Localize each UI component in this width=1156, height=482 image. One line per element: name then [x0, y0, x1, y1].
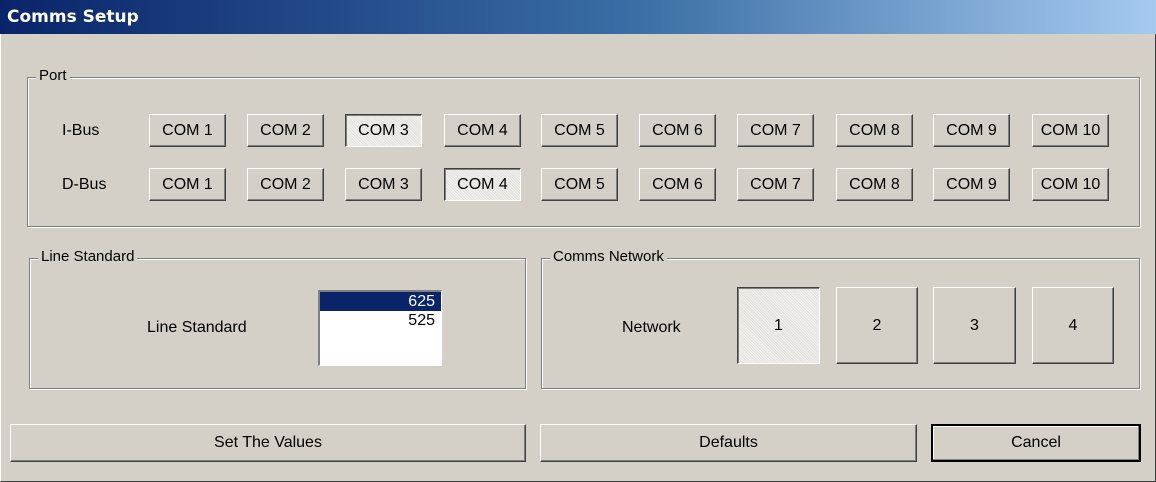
line-standard-listbox[interactable]: 625 525: [318, 290, 442, 366]
set-values-button[interactable]: Set The Values: [10, 424, 526, 462]
ibus-com-5-button[interactable]: COM 5: [541, 114, 618, 147]
cancel-button[interactable]: Cancel: [931, 424, 1141, 462]
network-1-button[interactable]: 1: [737, 287, 820, 364]
defaults-button[interactable]: Defaults: [540, 424, 917, 462]
ibus-com-9-button[interactable]: COM 9: [933, 114, 1010, 147]
port-group: Port: [27, 67, 1140, 227]
dbus-label: D-Bus: [62, 176, 107, 193]
line-standard-label: Line Standard: [147, 319, 247, 336]
dbus-com-10-button[interactable]: COM 10: [1032, 168, 1109, 201]
comms-network-group-legend: Comms Network: [550, 248, 667, 265]
dbus-com-4-button[interactable]: COM 4: [444, 168, 521, 201]
window-title: Comms Setup: [7, 7, 139, 27]
dbus-com-8-button[interactable]: COM 8: [836, 168, 913, 201]
dbus-com-1-button[interactable]: COM 1: [149, 168, 226, 201]
ibus-com-4-button[interactable]: COM 4: [444, 114, 521, 147]
comms-setup-dialog: Port I-Bus D-Bus COM 1 COM 2 COM 3 COM 4 COM…: [0, 34, 1156, 482]
port-group-legend: Port: [36, 67, 70, 84]
dbus-com-9-button[interactable]: COM 9: [933, 168, 1010, 201]
dbus-com-6-button[interactable]: COM 6: [639, 168, 716, 201]
line-standard-group: Line Standard: [29, 248, 526, 389]
line-standard-group-legend: Line Standard: [38, 248, 138, 265]
ibus-com-7-button[interactable]: COM 7: [737, 114, 814, 147]
ibus-com-1-button[interactable]: COM 1: [149, 114, 226, 147]
dbus-com-2-button[interactable]: COM 2: [247, 168, 324, 201]
ibus-com-2-button[interactable]: COM 2: [247, 114, 324, 147]
ibus-com-8-button[interactable]: COM 8: [836, 114, 913, 147]
network-2-button[interactable]: 2: [836, 287, 918, 364]
ibus-com-10-button[interactable]: COM 10: [1032, 114, 1109, 147]
network-4-button[interactable]: 4: [1032, 287, 1114, 364]
ibus-label: I-Bus: [62, 122, 100, 139]
dbus-com-7-button[interactable]: COM 7: [737, 168, 814, 201]
dbus-com-3-button[interactable]: COM 3: [345, 168, 422, 201]
line-standard-option-525[interactable]: 525: [320, 311, 441, 330]
network-label: Network: [622, 319, 681, 336]
line-standard-option-625[interactable]: 625: [320, 292, 441, 311]
dbus-com-5-button[interactable]: COM 5: [541, 168, 618, 201]
title-bar[interactable]: Comms Setup: [0, 0, 1156, 34]
network-3-button[interactable]: 3: [933, 287, 1016, 364]
ibus-com-3-button[interactable]: COM 3: [345, 114, 422, 147]
ibus-com-6-button[interactable]: COM 6: [639, 114, 716, 147]
